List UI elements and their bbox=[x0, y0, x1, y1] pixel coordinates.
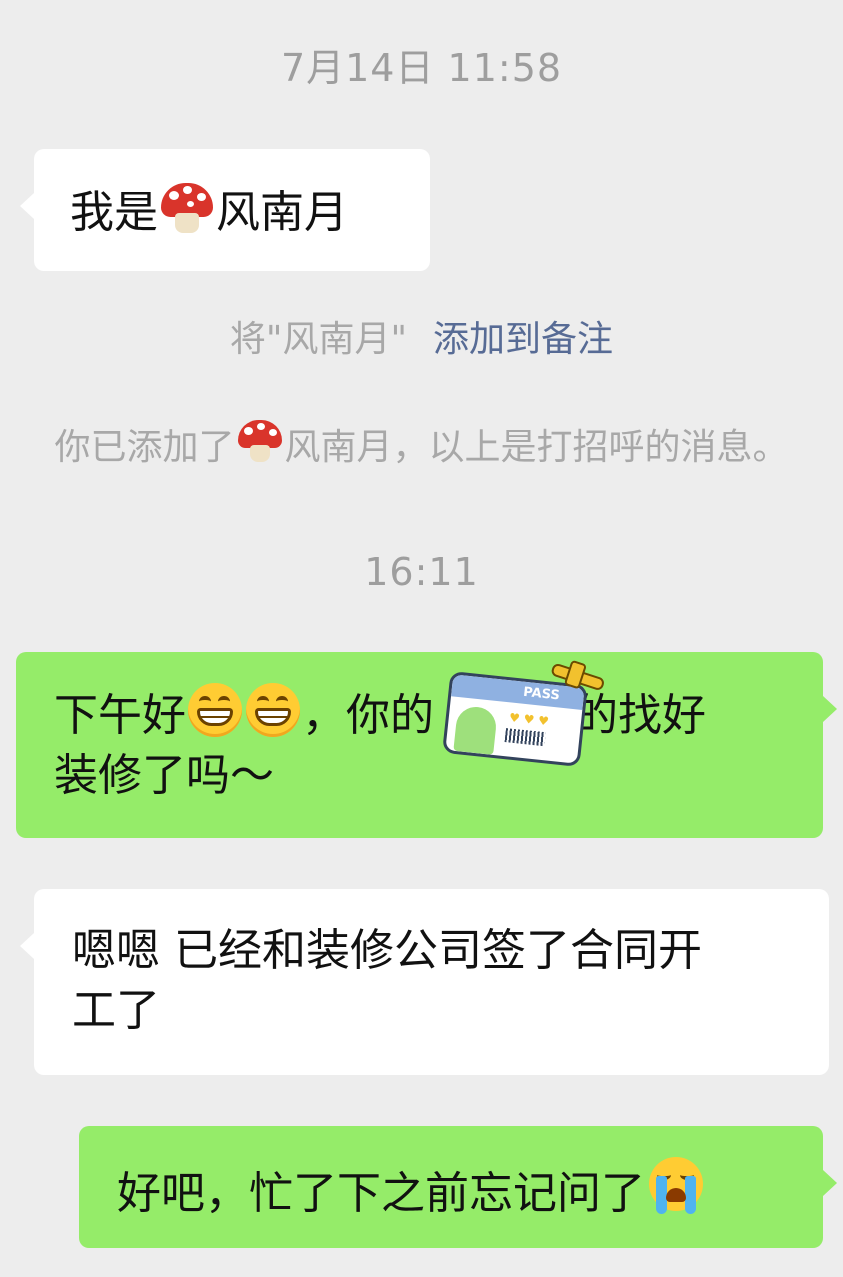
added-friend-system-line: 你已添加了 风南月，以上是打招呼的消息。 bbox=[0, 417, 843, 470]
message-bubble-received[interactable]: 嗯嗯 已经和装修公司签了合同开 工了 bbox=[20, 889, 829, 1075]
timestamp: 7月14日 11:58 bbox=[280, 46, 563, 90]
remark-prefix: 将"风南月" bbox=[229, 319, 408, 360]
crying-face-icon bbox=[646, 1156, 706, 1216]
message-line: 下午好 ，你的 城的找好 bbox=[54, 682, 823, 746]
system-text: 你已添加了 bbox=[54, 427, 235, 468]
add-remark-link[interactable]: 添加到备注 bbox=[433, 319, 613, 360]
remark-system-line: 将"风南月" 添加到备注 bbox=[0, 318, 843, 362]
message-text: 下午好 bbox=[54, 690, 186, 741]
message-bubble-received[interactable]: 我是 风南月 bbox=[20, 149, 430, 271]
mushroom-icon bbox=[159, 179, 215, 235]
grinning-face-icon bbox=[245, 682, 301, 738]
bubble-tail bbox=[20, 933, 34, 959]
boarding-pass-sticker: PASS ♥ ♥ ♥ bbox=[442, 659, 609, 772]
message-line: 装修了吗～ bbox=[54, 750, 274, 801]
message-bubble-sent[interactable]: 好吧，忙了下之前忘记问了 bbox=[79, 1126, 837, 1248]
bubble-tail bbox=[823, 696, 837, 722]
grinning-face-icon bbox=[187, 682, 243, 738]
mushroom-icon bbox=[236, 417, 284, 465]
message-text: ，你的 bbox=[302, 690, 434, 741]
message-line: 嗯嗯 已经和装修公司签了合同开 bbox=[72, 925, 702, 976]
timestamp: 16:11 bbox=[364, 550, 479, 594]
message-line: 工了 bbox=[72, 985, 160, 1036]
bubble-tail bbox=[823, 1170, 837, 1196]
message-text: 我是 bbox=[70, 187, 158, 238]
system-text: 风南月，以上是打招呼的消息。 bbox=[284, 427, 789, 468]
bubble-tail bbox=[20, 193, 34, 219]
message-text: 风南月 bbox=[216, 187, 348, 238]
message-text: 好吧，忙了下之前忘记问了 bbox=[117, 1168, 645, 1219]
message-bubble-sent[interactable]: 下午好 ，你的 城的找好 装修了吗～ bbox=[16, 652, 837, 838]
